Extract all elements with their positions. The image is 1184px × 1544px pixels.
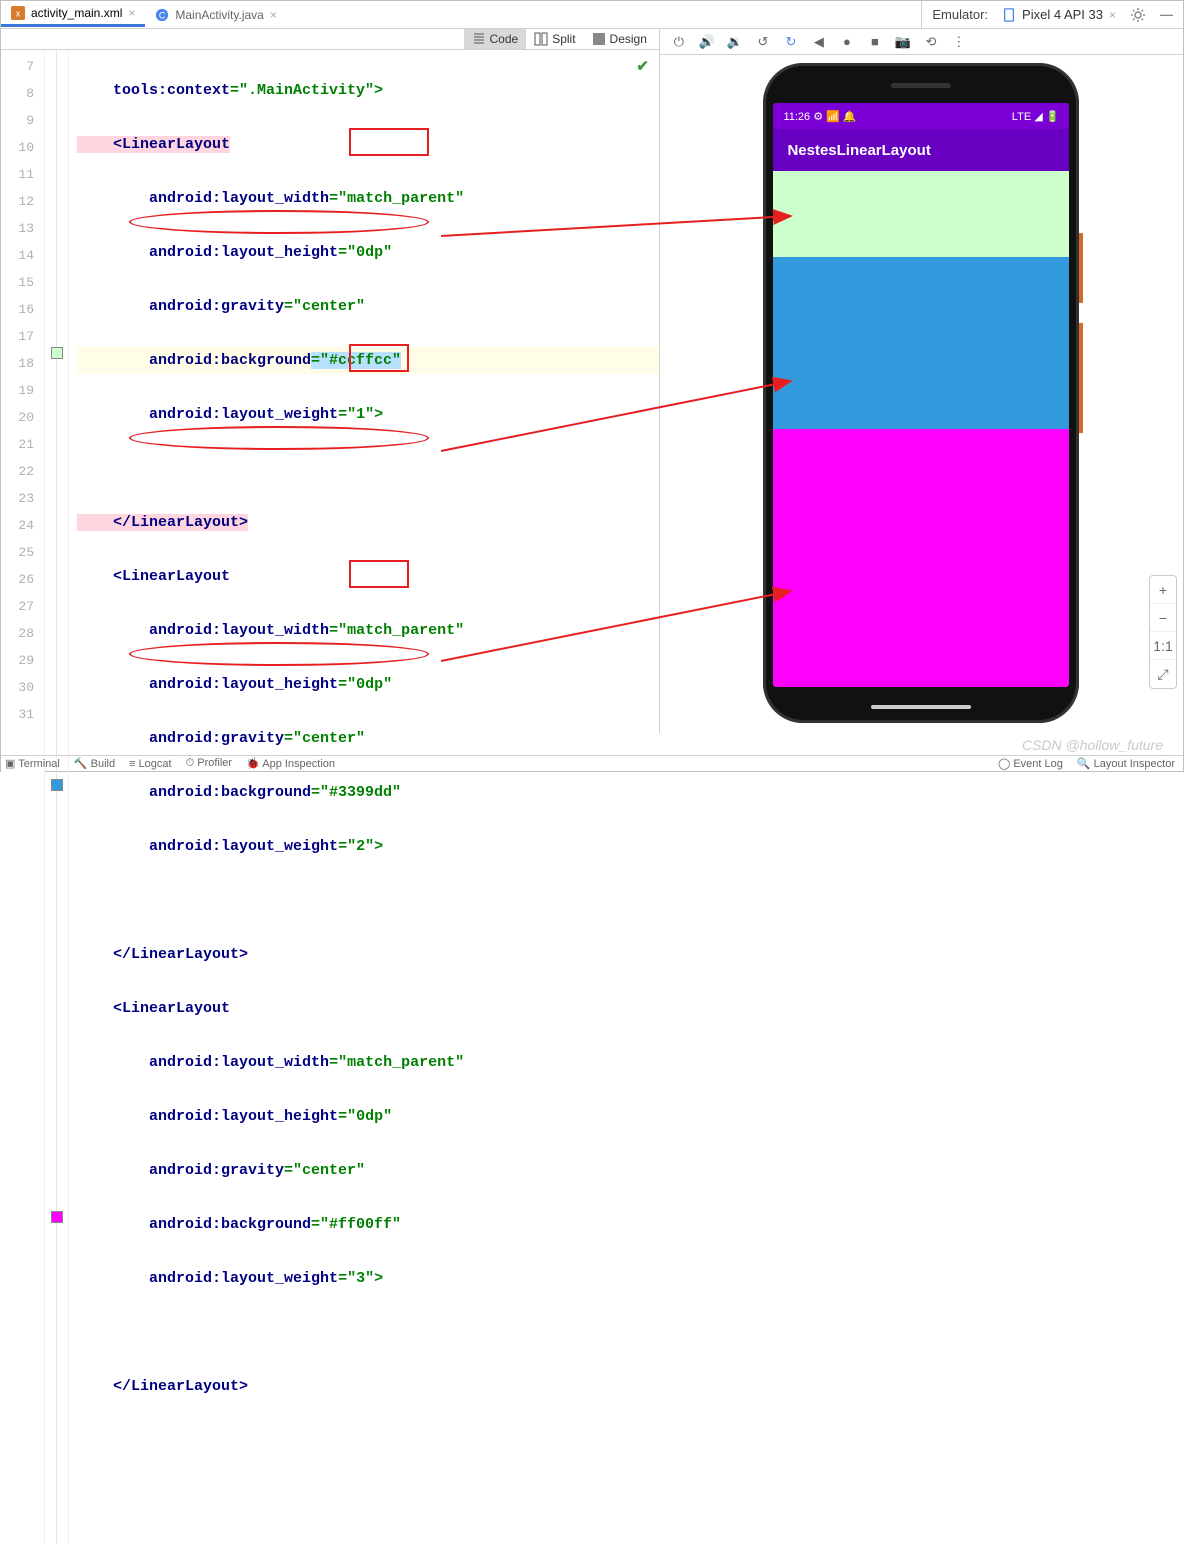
code-editor[interactable]: 789 101112 131415 161718 192021 222324 2… [1,50,659,1544]
line-gutter: 789 101112 131415 161718 192021 222324 2… [1,50,45,1544]
color-swatch-icon [51,347,63,359]
split-icon [534,32,548,46]
volume-down-icon[interactable]: 🔉 [726,33,744,51]
emulator-label: Emulator: [932,7,988,22]
tab-label: MainActivity.java [175,8,263,22]
xml-file-icon: x [11,6,25,20]
emulator-device-frame: 11:26 ⚙ 📶 🔔 LTE ◢ 🔋 NestesLinearLayout [763,63,1079,723]
power-icon[interactable]: ⏻ [670,33,688,51]
emulator-screen[interactable]: 11:26 ⚙ 📶 🔔 LTE ◢ 🔋 NestesLinearLayout [773,103,1069,687]
gear-icon[interactable] [1130,7,1146,23]
svg-text:x: x [16,9,21,19]
profiler-tool[interactable]: ⏱ Profiler [186,757,232,770]
back-icon[interactable]: ◀ [810,33,828,51]
more-icon[interactable]: ⋮ [950,33,968,51]
zoom-controls: + − 1:1 ⤢ [1149,575,1177,689]
tab-main-activity[interactable]: C MainActivity.java × [145,4,287,26]
annotation-ellipse [129,426,429,450]
java-class-icon: C [155,8,169,22]
zoom-expand-button[interactable]: ⤢ [1150,660,1176,688]
device-dropdown[interactable]: Pixel 4 API 33 × [1002,7,1116,22]
phone-icon [1002,8,1016,22]
build-tool[interactable]: 🔨 Build [74,757,115,770]
app-bar: NestesLinearLayout [773,129,1069,171]
check-ok-icon: ✔ [636,54,649,81]
zoom-out-button[interactable]: − [1150,604,1176,632]
layout-inspector-tool[interactable]: 🔍 Layout Inspector [1077,757,1175,770]
layout-section-3 [773,429,1069,687]
reload-icon[interactable]: ⟲ [922,33,940,51]
view-design-button[interactable]: Design [584,29,655,49]
volume-up-icon[interactable]: 🔊 [698,33,716,51]
minimize-icon[interactable]: — [1160,7,1173,22]
event-log-tool[interactable]: ◯ Event Log [998,757,1063,770]
svg-text:C: C [159,10,165,20]
terminal-tool[interactable]: ▣ Terminal [5,757,60,770]
code-content[interactable]: tools:context=".MainActivity"> <LinearLa… [69,50,659,1544]
view-split-button[interactable]: Split [526,29,583,49]
status-bar: 11:26 ⚙ 📶 🔔 LTE ◢ 🔋 [773,103,1069,129]
layout-section-2 [773,257,1069,429]
app-inspection-tool[interactable]: 🐞 App Inspection [246,757,335,770]
tab-label: activity_main.xml [31,6,122,20]
design-icon [592,32,606,46]
code-icon [472,32,486,46]
home-icon[interactable]: ● [838,33,856,51]
view-code-button[interactable]: Code [464,29,527,49]
color-swatch-icon [51,1211,63,1223]
watermark: CSDN @hollow_future [1022,737,1163,753]
logcat-tool[interactable]: ≡ Logcat [129,758,172,770]
layout-section-1 [773,171,1069,257]
screenshot-icon[interactable]: 📷 [894,33,912,51]
tab-activity-main[interactable]: x activity_main.xml × [1,2,145,27]
annotation-ellipse [129,642,429,666]
rotate-left-icon[interactable]: ↺ [754,33,772,51]
zoom-in-button[interactable]: + [1150,576,1176,604]
overview-icon[interactable]: ■ [866,33,884,51]
close-icon[interactable]: × [270,8,277,22]
close-icon[interactable]: × [128,6,135,20]
rotate-right-icon[interactable]: ↻ [782,33,800,51]
close-icon[interactable]: × [1109,8,1116,22]
zoom-fit-button[interactable]: 1:1 [1150,632,1176,660]
color-swatch-icon [51,779,63,791]
annotation-ellipse [129,210,429,234]
